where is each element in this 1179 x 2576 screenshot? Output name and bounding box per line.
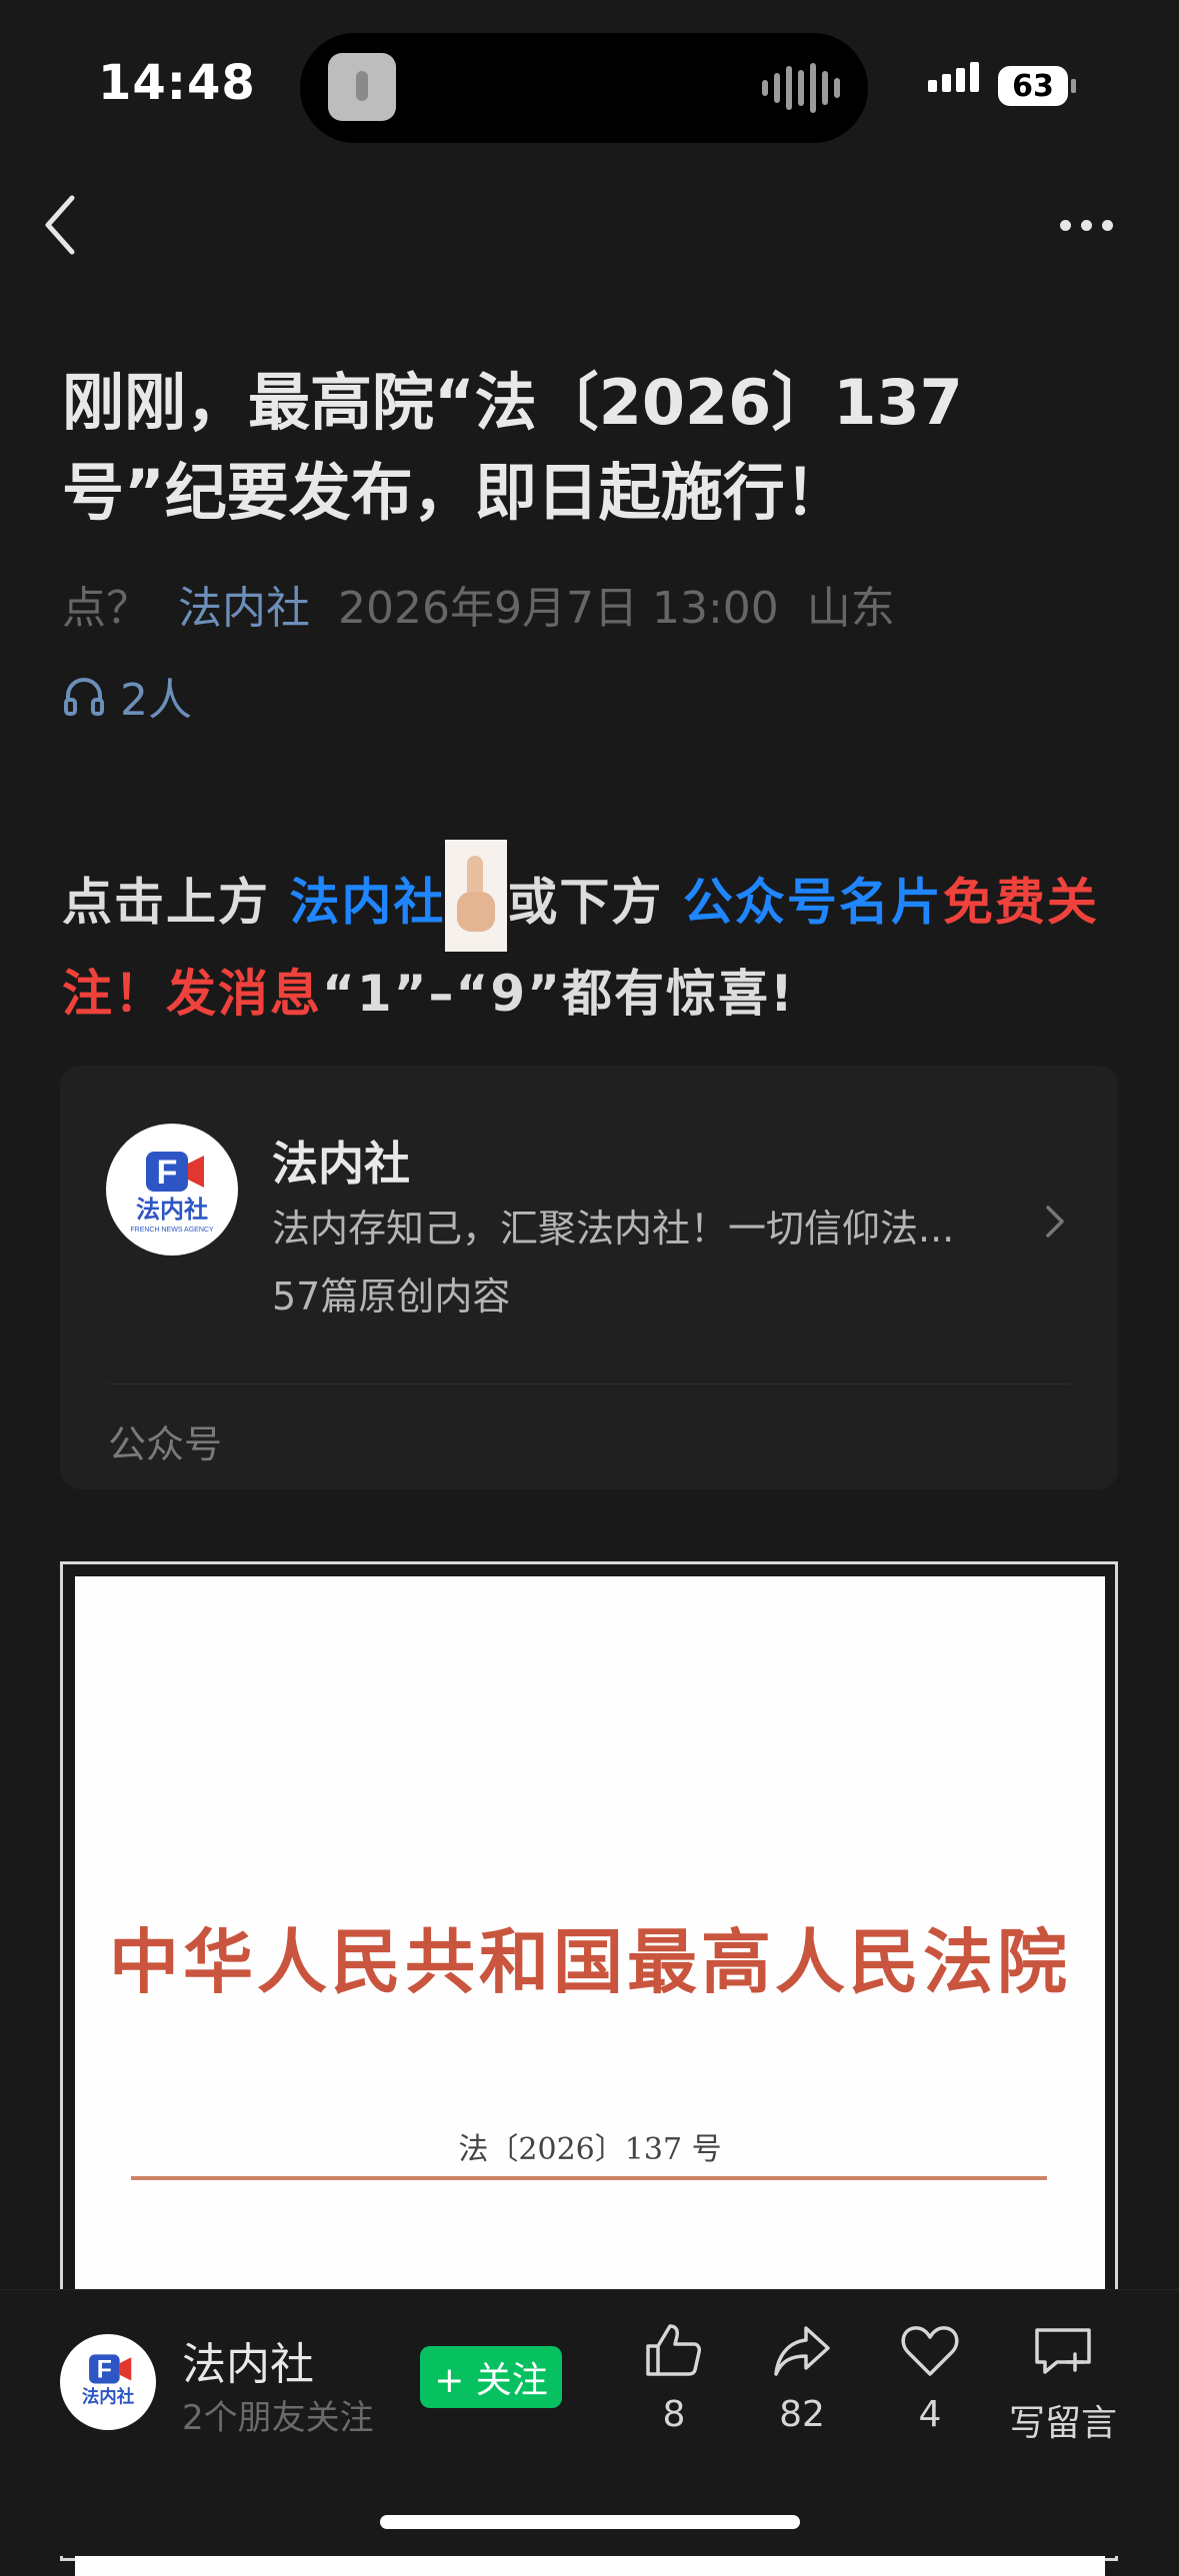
account-card[interactable]: F 法内社 FRENCH NEWS AGENCY 法内社 法内存知己，汇聚法内社… (60, 1066, 1118, 1489)
promo-card-link[interactable]: 公众号名片 (683, 874, 943, 932)
promo-paragraph: 点击上方 法内社 或下方 公众号名片免费关注！发消息“1”–“9”都有惊喜! (62, 840, 1132, 1036)
meta-date: 2026年9月7日 13:00 (338, 583, 779, 634)
document-header: 中华人民共和国最高人民法院 (109, 1920, 1071, 2003)
cellular-signal-icon (928, 62, 979, 92)
document-number: 法〔2026〕137 号 (458, 2132, 722, 2167)
card-footer-label: 公众号 (108, 1422, 223, 1466)
share-button[interactable]: 82 (742, 2320, 862, 2435)
dynamic-island (300, 33, 868, 143)
svg-text:F: F (97, 2357, 112, 2384)
headphones-icon (64, 678, 104, 716)
svg-text:法内社: 法内社 (82, 2386, 135, 2407)
svg-text:F: F (157, 1154, 178, 1192)
more-dot (1060, 219, 1071, 231)
like-button[interactable]: 8 (614, 2320, 734, 2435)
share-arrow-icon (774, 2326, 830, 2376)
meta-location: 山东 (806, 583, 895, 634)
meta-prefix: 点？ (62, 583, 150, 634)
chevron-right-icon (1040, 1202, 1070, 1242)
article-meta: 点？ 法内社 2026年9月7日 13:00 山东 (62, 572, 923, 636)
pointing-finger-icon (445, 840, 508, 952)
like-count: 8 (662, 2394, 686, 2435)
article-title: 刚刚，最高院“法〔2026〕137号”纪要发布，即日起施行！ (62, 366, 963, 529)
share-count: 82 (779, 2394, 825, 2435)
now-playing-thumbnail (328, 53, 396, 121)
write-comment-label: 写留言 (1008, 2403, 1117, 2444)
favorite-button[interactable]: 4 (870, 2320, 990, 2435)
promo-text: 点击上方 (62, 873, 290, 932)
account-logo: F 法内社 FRENCH NEWS AGENCY (106, 1124, 238, 1256)
promo-account-link[interactable]: 法内社 (289, 874, 445, 932)
home-indicator[interactable] (380, 2515, 800, 2529)
listener-count: 2人 (120, 675, 192, 726)
bottom-account-avatar[interactable]: F 法内社 (60, 2334, 156, 2430)
meta-account-link[interactable]: 法内社 (178, 583, 310, 634)
follow-button[interactable]: + 关注 (420, 2346, 562, 2408)
heart-icon (901, 2326, 959, 2376)
more-dot (1081, 219, 1092, 231)
battery-indicator: 63 (998, 66, 1076, 106)
document-red-rule (131, 2176, 1047, 2180)
more-dot (1102, 219, 1113, 231)
write-comment-button[interactable]: 写留言 (998, 2320, 1128, 2446)
status-time: 14:48 (98, 55, 256, 111)
chevron-left-icon (45, 195, 75, 255)
svg-text:FRENCH NEWS AGENCY: FRENCH NEWS AGENCY (130, 1227, 214, 1234)
promo-text: “1”–“9”都有惊喜! (322, 965, 795, 1023)
listen-button[interactable]: 2人 (62, 664, 192, 728)
account-description: 法内存知己，汇聚法内社！一切信仰法... (272, 1207, 955, 1251)
original-count: 57篇原创内容 (272, 1275, 511, 1318)
promo-text: 或下方 (507, 873, 683, 932)
svg-text:法内社: 法内社 (136, 1196, 208, 1224)
card-divider (108, 1383, 1070, 1384)
comment-plus-icon (1035, 2328, 1091, 2374)
audio-waveform-icon (762, 63, 840, 113)
account-logo-icon: F 法内社 FRENCH NEWS AGENCY (130, 1152, 214, 1234)
back-button[interactable] (40, 190, 100, 260)
account-logo-icon: F 法内社 (82, 2354, 135, 2407)
more-button[interactable] (1060, 200, 1130, 250)
bottom-account-name[interactable]: 法内社 (182, 2328, 314, 2392)
favorite-count: 4 (918, 2394, 942, 2435)
account-name: 法内社 (272, 1137, 410, 1191)
thumbs-up-icon (646, 2324, 701, 2376)
friends-follow-text: 2个朋友关注 (182, 2398, 374, 2438)
